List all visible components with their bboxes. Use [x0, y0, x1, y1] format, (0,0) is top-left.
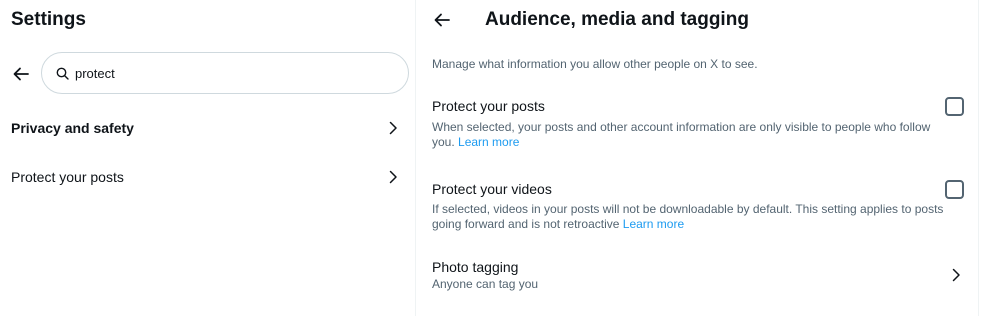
photo-tagging-subtitle: Anyone can tag you: [432, 277, 539, 291]
search-input[interactable]: protect: [41, 52, 409, 94]
photo-tagging-title: Photo tagging: [432, 259, 519, 275]
protect-videos-description: If selected, videos in your posts will n…: [432, 202, 952, 232]
chevron-right-icon: [949, 268, 963, 282]
result-item-protect-your-posts[interactable]: Protect your posts: [0, 155, 416, 199]
section-description: Manage what information you allow other …: [432, 57, 758, 71]
protect-videos-title: Protect your videos: [432, 181, 552, 197]
learn-more-link[interactable]: Learn more: [623, 217, 684, 231]
chevron-right-icon: [386, 121, 400, 135]
page-title: Settings: [11, 9, 86, 30]
settings-sidebar: Settings protect Privacy and safety Prot…: [0, 0, 416, 316]
photo-tagging-row[interactable]: Photo tagging Anyone can tag you: [417, 252, 979, 298]
chevron-right-icon: [386, 170, 400, 184]
result-item-label: Protect your posts: [11, 169, 124, 185]
settings-detail-panel: Audience, media and tagging Manage what …: [417, 0, 979, 316]
search-icon: [55, 66, 69, 80]
protect-posts-description: When selected, your posts and other acco…: [432, 120, 952, 150]
protect-posts-checkbox[interactable]: [945, 97, 964, 116]
learn-more-link[interactable]: Learn more: [458, 135, 519, 149]
section-title: Audience, media and tagging: [485, 9, 749, 30]
protect-posts-title: Protect your posts: [432, 98, 545, 114]
result-item-privacy-and-safety[interactable]: Privacy and safety: [0, 106, 416, 150]
protect-videos-description-text: If selected, videos in your posts will n…: [432, 202, 944, 231]
back-button[interactable]: [431, 9, 453, 31]
search-query[interactable]: protect: [75, 66, 115, 81]
protect-videos-checkbox[interactable]: [945, 180, 964, 199]
back-arrow-icon: [434, 13, 450, 27]
back-arrow-icon: [13, 67, 29, 81]
back-button[interactable]: [10, 63, 32, 85]
result-item-label: Privacy and safety: [11, 120, 134, 136]
